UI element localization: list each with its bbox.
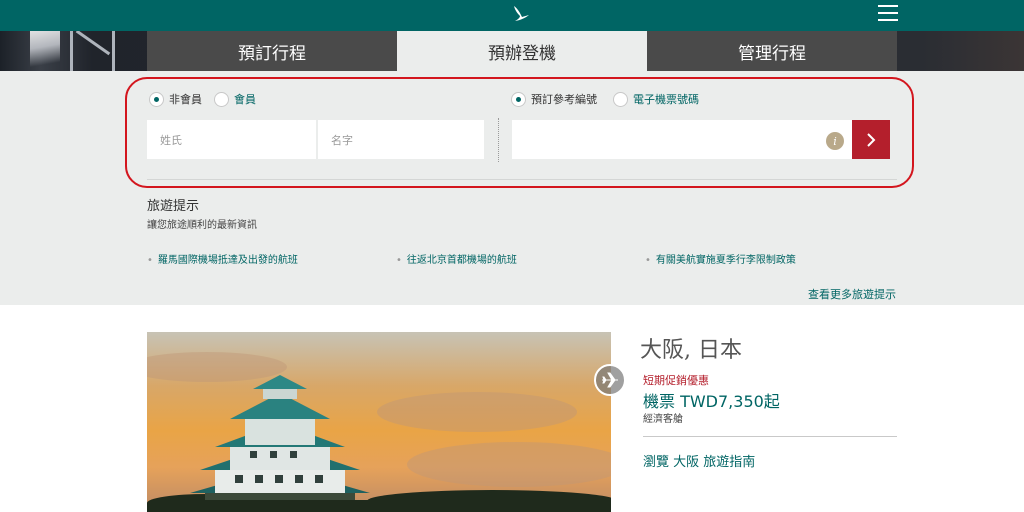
cabin-class: 經濟客艙 xyxy=(643,414,683,425)
tab-book-trip[interactable]: 預訂行程 xyxy=(147,31,397,71)
tab-manage-trip[interactable]: 管理行程 xyxy=(647,31,897,71)
highlight-annotation xyxy=(125,77,914,188)
travel-tips-title: 旅遊提示 xyxy=(147,199,200,214)
booking-tabs: 預訂行程 預辦登機 管理行程 xyxy=(147,31,897,71)
airplane-glyph-icon xyxy=(602,372,618,388)
more-travel-tips-link[interactable]: 查看更多旅遊提示 xyxy=(808,286,896,302)
destination-title[interactable]: 大阪, 日本 xyxy=(640,332,742,364)
promo-label: 短期促銷優惠 xyxy=(643,374,709,387)
tab-online-checkin[interactable]: 預辦登機 xyxy=(397,31,647,71)
fare-price[interactable]: 機票 TWD7,350起 xyxy=(643,388,780,412)
destination-divider xyxy=(643,436,897,437)
tip-link-beijing[interactable]: 往返北京首都機場的航班 xyxy=(396,251,517,266)
tip-link-baggage[interactable]: 有關美航實施夏季行李限制政策 xyxy=(645,251,796,266)
osaka-castle-image xyxy=(175,375,385,512)
top-bar xyxy=(0,0,1024,31)
travel-guide-link[interactable]: 瀏覽 大阪 旅遊指南 xyxy=(643,451,755,470)
hamburger-menu-icon[interactable] xyxy=(878,5,898,23)
airplane-icon[interactable] xyxy=(594,364,626,396)
tip-link-rome[interactable]: 羅馬國際機場抵達及出發的航班 xyxy=(147,251,298,266)
travel-tips-subtitle: 讓您旅途順利的最新資訊 xyxy=(147,220,257,231)
section-divider xyxy=(147,179,897,180)
brushwing-logo-icon[interactable] xyxy=(511,4,531,24)
